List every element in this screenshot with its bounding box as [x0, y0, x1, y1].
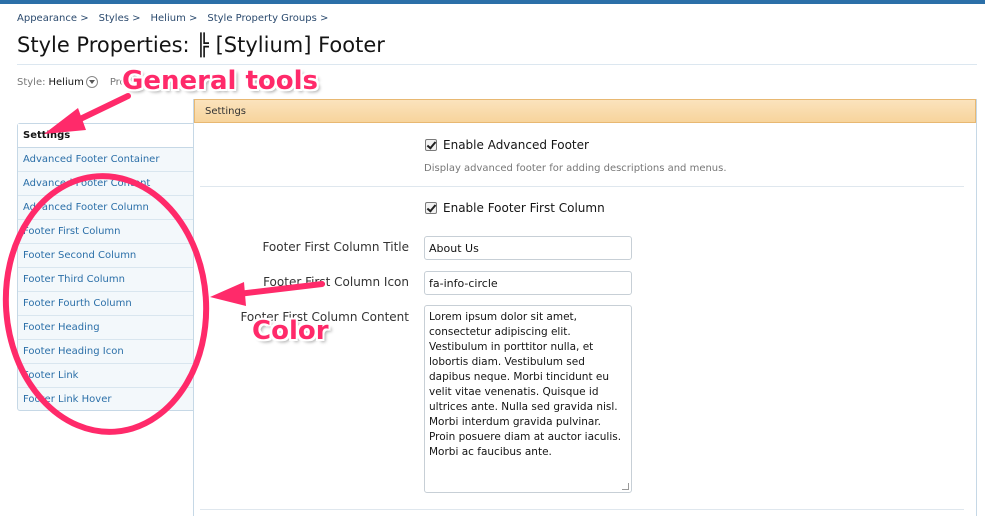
- annotation-color: Color: [252, 316, 329, 346]
- color-arrow: [235, 281, 325, 297]
- general-tools-arrowhead: [44, 108, 86, 134]
- general-tools-arrow: [71, 93, 131, 125]
- color-ellipse: [2, 173, 210, 435]
- annotation-general-tools: General tools: [122, 66, 318, 96]
- color-arrowhead: [210, 282, 246, 306]
